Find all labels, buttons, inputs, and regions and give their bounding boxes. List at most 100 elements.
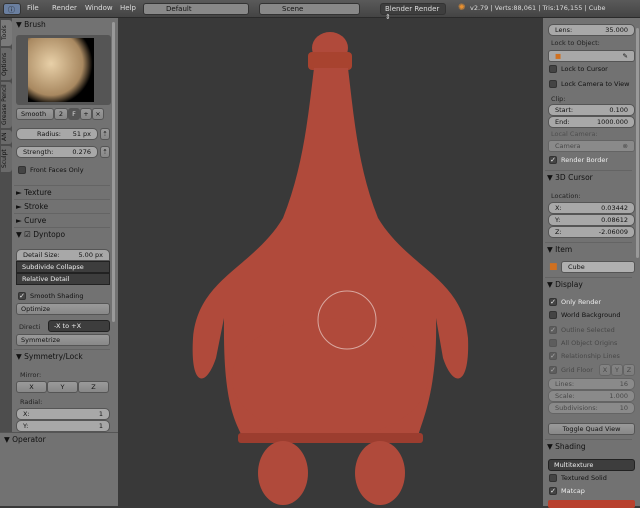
panel-symmetry-header[interactable]: ▼ Symmetry/Lock (16, 352, 83, 361)
lens-field[interactable]: Lens: 35.000 (548, 24, 635, 36)
menu-render[interactable]: Render (52, 4, 77, 12)
shading-mode-select[interactable]: Multitexture (548, 459, 635, 471)
menu-help[interactable]: Help (120, 4, 136, 12)
radial-x-label: X: (23, 410, 30, 418)
all-origins-label: All Object Origins (561, 339, 618, 347)
scene-selector[interactable]: Scene (259, 3, 360, 15)
matcap-preview[interactable] (548, 500, 635, 508)
grid-x-button[interactable]: X (599, 364, 611, 376)
outline-selected-checkbox[interactable]: ✓ Outline Selected (549, 326, 615, 334)
only-render-checkbox[interactable]: ✓ Only Render (549, 298, 601, 306)
lock-camera-label: Lock Camera to View (561, 80, 630, 88)
brush-preview-frame[interactable] (16, 35, 111, 105)
add-brush-icon[interactable]: + (80, 108, 92, 120)
info-icon: ⓘ (8, 6, 15, 14)
tab-sculpt[interactable]: Sculpt (1, 146, 12, 172)
panel-curve-header[interactable]: ► Curve (16, 216, 46, 225)
cursor-z-field[interactable]: Z: -2.06009 (548, 226, 635, 238)
fake-user-button[interactable]: F (68, 108, 80, 120)
radius-field[interactable]: Radius: 51 px (16, 128, 98, 140)
only-render-label: Only Render (561, 298, 602, 306)
grid-z-button[interactable]: Z (623, 364, 635, 376)
render-border-checkbox[interactable]: ✓ Render Border (549, 156, 608, 164)
lock-camera-checkbox[interactable]: Lock Camera to View (549, 80, 629, 88)
detail-size-value: 5.00 px (78, 251, 103, 259)
tab-grease-pencil[interactable]: Grease Pencil (1, 82, 12, 128)
panel-stroke-header[interactable]: ► Stroke (16, 202, 48, 211)
tool-shelf-scrollbar[interactable] (112, 22, 115, 322)
viewport-3d[interactable] (118, 18, 543, 506)
clip-start-value: 0.100 (609, 106, 628, 114)
texture-label: Texture (24, 188, 52, 197)
remove-brush-icon[interactable]: × (92, 108, 104, 120)
front-faces-checkbox[interactable]: Front Faces Only (18, 166, 84, 174)
radial-x-field[interactable]: X: 1 (16, 408, 110, 420)
menu-file[interactable]: File (27, 4, 39, 12)
cursor-x-label: X: (555, 204, 562, 212)
checkbox-checked-icon: ✓ (549, 326, 557, 334)
clear-icon[interactable]: ⊗ (623, 142, 628, 150)
cursor-x-field[interactable]: X: 0.03442 (548, 202, 635, 214)
toggle-quad-view-button[interactable]: Toggle Quad View (548, 423, 635, 435)
relationship-lines-checkbox[interactable]: ✓ Relationship Lines (549, 352, 620, 360)
subdivide-collapse-select[interactable]: Subdivide Collapse (16, 261, 110, 273)
relative-detail-select[interactable]: Relative Detail (16, 273, 110, 285)
panel-brush-header[interactable]: ▼ Brush (16, 20, 46, 29)
checkbox-icon (549, 65, 557, 73)
grid-scale-field[interactable]: Scale: 1.000 (548, 390, 635, 402)
brush-name-field[interactable]: Smooth (16, 108, 54, 120)
lock-cursor-checkbox[interactable]: Lock to Cursor (549, 65, 608, 73)
world-background-checkbox[interactable]: World Background (549, 311, 620, 319)
pressure-strength-icon[interactable]: ⇡ (100, 146, 110, 158)
lock-object-field[interactable]: ■ ✎ (548, 50, 635, 62)
local-camera-field[interactable]: Camera ⊗ (548, 140, 635, 152)
panel-shading-header[interactable]: ▼ Shading (547, 442, 586, 451)
matcap-checkbox[interactable]: ✓ Matcap (549, 487, 585, 495)
textured-solid-checkbox[interactable]: Textured Solid (549, 474, 607, 482)
symmetrize-button[interactable]: Symmetrize (16, 334, 110, 346)
panel-display-header[interactable]: ▼ Display (547, 280, 583, 289)
mirror-y-button[interactable]: Y (47, 381, 78, 393)
tab-tools[interactable]: Tools (1, 20, 12, 46)
strength-field[interactable]: Strength: 0.276 (16, 146, 98, 158)
tab-options[interactable]: Options (1, 48, 12, 80)
grid-scale-value: 1.000 (609, 392, 628, 400)
item-name-field[interactable]: Cube (561, 261, 635, 273)
cursor-label: 3D Cursor (555, 173, 593, 182)
grid-y-button[interactable]: Y (611, 364, 623, 376)
mirror-x-button[interactable]: X (16, 381, 47, 393)
grid-subdivisions-field[interactable]: Subdivisions: 10 (548, 402, 635, 414)
eyedropper-icon[interactable]: ✎ (623, 52, 628, 60)
smooth-shading-checkbox[interactable]: ✓ Smooth Shading (18, 292, 84, 300)
direction-select[interactable]: -X to +X (48, 320, 110, 332)
object-cube-icon: ■ (555, 52, 562, 60)
outline-selected-label: Outline Selected (561, 326, 615, 334)
brush-users[interactable]: 2 (54, 108, 68, 120)
panel-dyntopo-header[interactable]: ▼ ☑ Dyntopo (16, 230, 65, 239)
editor-type-button[interactable]: ⓘ (3, 3, 21, 15)
optimize-button[interactable]: Optimize (16, 303, 110, 315)
detail-size-field[interactable]: Detail Size: 5.00 px (16, 249, 110, 261)
grid-lines-field[interactable]: Lines: 16 (548, 378, 635, 390)
properties-scrollbar[interactable] (636, 28, 639, 258)
pressure-icon[interactable]: ⇡ (100, 128, 110, 140)
properties-shelf: Lens: 35.000 Lock to Object: ■ ✎ Lock to C… (543, 18, 640, 508)
grid-floor-checkbox[interactable]: ✓ Grid Floor (549, 366, 593, 374)
panel-3d-cursor-header[interactable]: ▼ 3D Cursor (547, 173, 593, 182)
grid-scale-label: Scale: (555, 392, 575, 400)
operator-header[interactable]: ▼ Operator (4, 435, 46, 444)
cursor-y-field[interactable]: Y: 0.08612 (548, 214, 635, 226)
layout-selector[interactable]: Default (143, 3, 249, 15)
clip-start-field[interactable]: Start: 0.100 (548, 104, 635, 116)
all-origins-checkbox[interactable]: All Object Origins (549, 339, 617, 347)
panel-item-header[interactable]: ▼ Item (547, 245, 572, 254)
tab-an[interactable]: AN (1, 130, 12, 144)
radial-y-field[interactable]: Y: 1 (16, 420, 110, 432)
cursor-z-value: -2.06009 (598, 228, 628, 236)
checkbox-checked-icon: ✓ (549, 487, 557, 495)
render-engine-select[interactable]: Blender Render ⇕ (380, 3, 446, 21)
panel-texture-header[interactable]: ► Texture (16, 188, 52, 197)
menu-window[interactable]: Window (85, 4, 113, 12)
mirror-z-button[interactable]: Z (78, 381, 109, 393)
clip-end-field[interactable]: End: 1000.000 (548, 116, 635, 128)
